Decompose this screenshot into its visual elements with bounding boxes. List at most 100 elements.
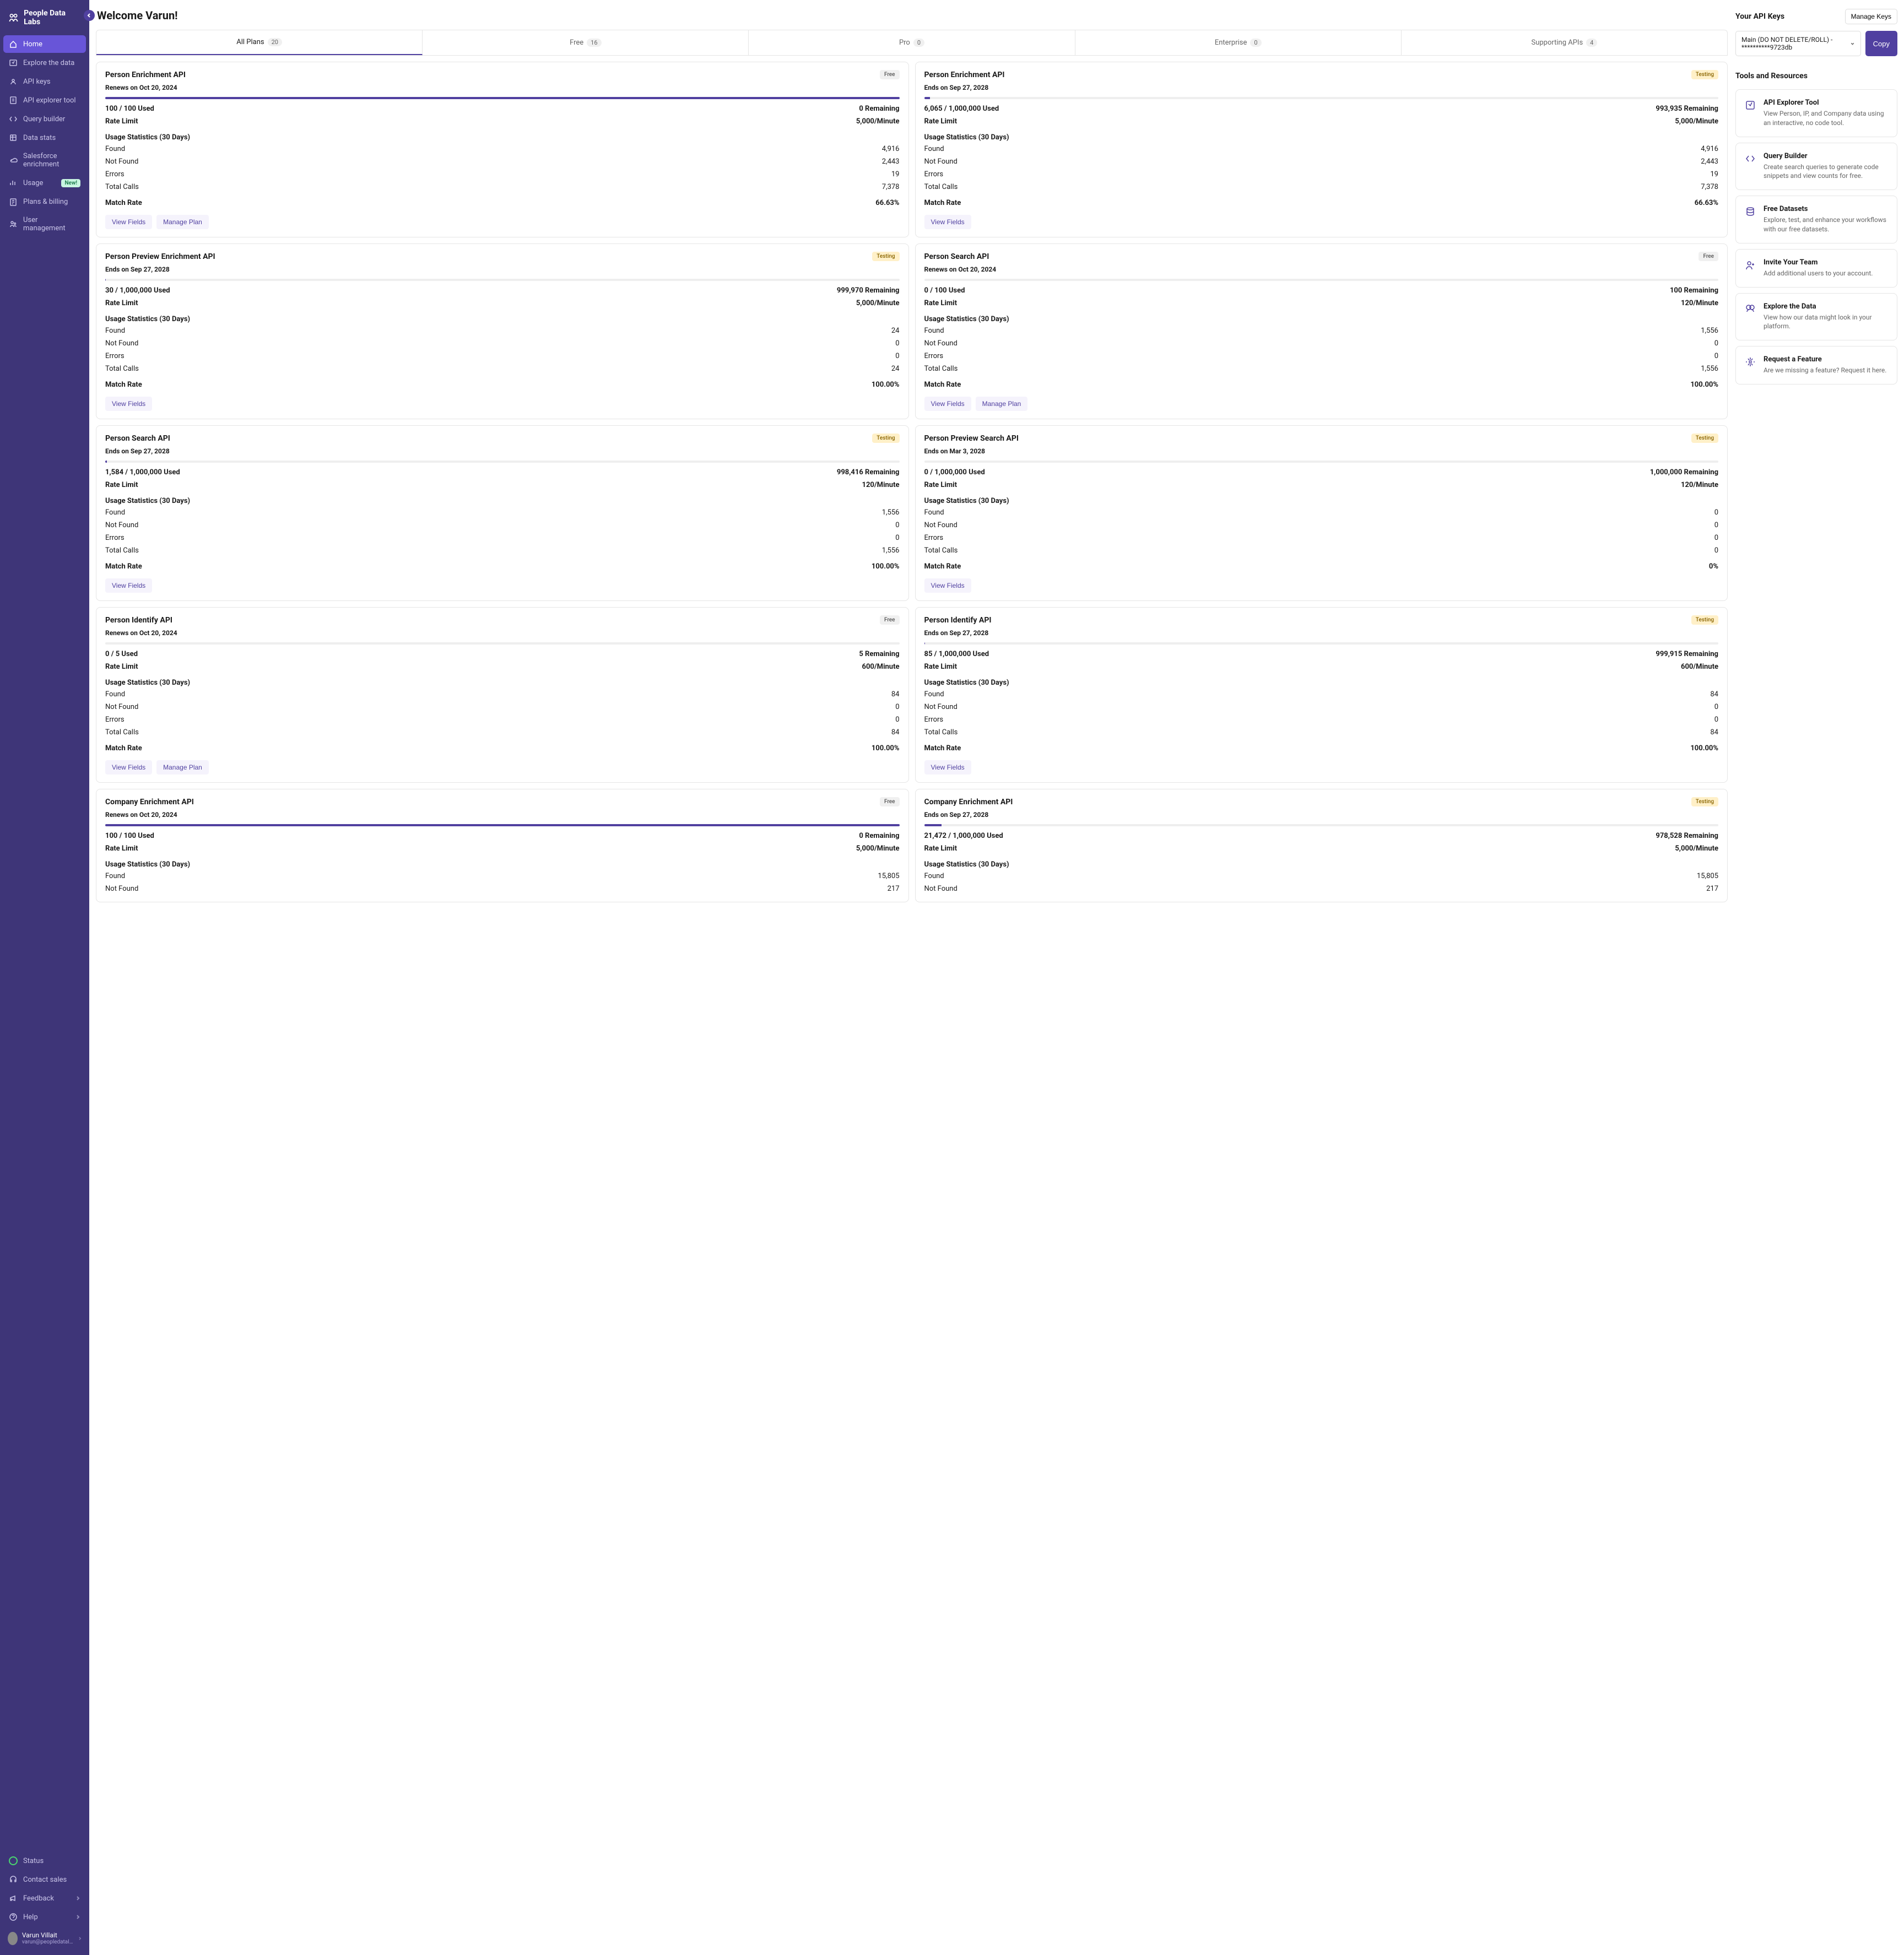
sidebar-item-data-stats[interactable]: Data stats — [3, 129, 86, 147]
resource-icon — [1745, 304, 1756, 315]
found-value: 84 — [1710, 690, 1718, 698]
resource-api-explorer-tool[interactable]: API Explorer ToolView Person, IP, and Co… — [1735, 89, 1897, 137]
sidebar-item-plans-&-billing[interactable]: Plans & billing — [3, 193, 86, 210]
tab-supporting-apis[interactable]: Supporting APIs4 — [1402, 30, 1727, 55]
sidebar-item-salesforce-enrichment[interactable]: Salesforce enrichment — [3, 148, 86, 173]
match-rate-label: Match Rate — [105, 199, 142, 207]
api-key-select[interactable]: Main (DO NOT DELETE/ROLL) - **********97… — [1735, 31, 1861, 56]
chevron-left-icon — [86, 13, 92, 18]
footer-item-contact-sales[interactable]: Contact sales — [3, 1871, 86, 1888]
match-rate-value: 100.00% — [872, 562, 900, 571]
tab-all-plans[interactable]: All Plans20 — [96, 30, 423, 55]
usage-progress — [924, 824, 1719, 826]
card-badge: Free — [880, 615, 900, 625]
resource-desc: Create search queries to generate code s… — [1764, 163, 1888, 181]
view-fields-button[interactable]: View Fields — [105, 578, 152, 593]
view-fields-button[interactable]: View Fields — [924, 215, 971, 229]
not-found-label: Not Found — [924, 885, 958, 893]
errors-value: 0 — [1714, 352, 1718, 360]
resource-title: Invite Your Team — [1764, 258, 1873, 267]
sidebar-item-user-management[interactable]: User management — [3, 212, 86, 237]
resource-request-a-feature[interactable]: Request a FeatureAre we missing a featur… — [1735, 346, 1897, 384]
card-renew-date: Ends on Sep 27, 2028 — [924, 811, 1719, 819]
api-card: Person Identify APITestingEnds on Sep 27… — [915, 607, 1728, 783]
manage-plan-button[interactable]: Manage Plan — [156, 760, 209, 775]
sidebar-item-api-explorer-tool[interactable]: API explorer tool — [3, 91, 86, 109]
errors-value: 19 — [891, 170, 900, 178]
api-keys-title: Your API Keys — [1735, 12, 1784, 21]
usage-remaining: 978,528 Remaining — [1656, 832, 1718, 840]
tab-label: Free — [570, 39, 583, 47]
nav-label: API explorer tool — [23, 96, 76, 105]
resource-free-datasets[interactable]: Free DatasetsExplore, test, and enhance … — [1735, 196, 1897, 243]
found-value: 4,916 — [882, 145, 900, 153]
manage-keys-button[interactable]: Manage Keys — [1845, 9, 1897, 24]
not-found-value: 2,443 — [1701, 158, 1718, 166]
found-label: Found — [924, 508, 944, 517]
view-fields-button[interactable]: View Fields — [924, 578, 971, 593]
card-title: Person Identify API — [924, 616, 992, 625]
nav-label: Explore the data — [23, 59, 74, 67]
found-value: 15,805 — [878, 872, 899, 880]
nav-badge: New! — [61, 179, 80, 187]
megaphone-icon — [9, 1894, 18, 1903]
tab-enterprise[interactable]: Enterprise0 — [1075, 30, 1402, 55]
footer-item-help[interactable]: Help — [3, 1908, 86, 1926]
footer-item-status[interactable]: Status — [3, 1852, 86, 1870]
not-found-label: Not Found — [924, 521, 958, 529]
found-label: Found — [105, 145, 125, 153]
total-calls-label: Total Calls — [105, 183, 139, 191]
usage-progress — [105, 279, 900, 281]
sidebar-item-api-keys[interactable]: API keys — [3, 73, 86, 90]
sidebar-item-home[interactable]: Home — [3, 35, 86, 53]
footer-item-feedback[interactable]: Feedback — [3, 1889, 86, 1907]
resource-explore-the-data[interactable]: Explore the DataView how our data might … — [1735, 293, 1897, 341]
view-fields-button[interactable]: View Fields — [105, 215, 152, 229]
manage-plan-button[interactable]: Manage Plan — [976, 397, 1028, 411]
view-fields-button[interactable]: View Fields — [924, 760, 971, 775]
manage-plan-button[interactable]: Manage Plan — [156, 215, 209, 229]
errors-label: Errors — [105, 716, 125, 724]
card-badge: Testing — [1691, 70, 1718, 79]
plan-tabs: All Plans20Free16Pro0Enterprise0Supporti… — [96, 30, 1728, 56]
sidebar-item-explore-the-data[interactable]: Explore the data — [3, 54, 86, 72]
not-found-label: Not Found — [105, 158, 138, 166]
usage-used: 0 / 5 Used — [105, 650, 138, 658]
not-found-value: 0 — [1714, 339, 1718, 348]
card-renew-date: Renews on Oct 20, 2024 — [105, 629, 900, 637]
card-renew-date: Renews on Oct 20, 2024 — [924, 266, 1719, 273]
found-value: 4,916 — [1701, 145, 1718, 153]
view-fields-button[interactable]: View Fields — [105, 760, 152, 775]
tab-count: 0 — [913, 39, 924, 47]
total-calls-label: Total Calls — [924, 183, 958, 191]
errors-value: 0 — [1714, 534, 1718, 542]
resource-desc: Are we missing a feature? Request it her… — [1764, 366, 1886, 375]
user-menu[interactable]: Varun Villait varun@peopledatalabs.com — [2, 1926, 87, 1951]
not-found-label: Not Found — [924, 703, 958, 711]
resource-query-builder[interactable]: Query BuilderCreate search queries to ge… — [1735, 143, 1897, 191]
found-label: Found — [924, 145, 944, 153]
usage-progress — [924, 642, 1719, 645]
tab-label: All Plans — [236, 38, 264, 46]
card-badge: Testing — [1691, 797, 1718, 806]
usage-stats-title: Usage Statistics (30 Days) — [924, 315, 1719, 323]
sidebar-item-usage[interactable]: UsageNew! — [3, 174, 86, 192]
card-badge: Testing — [872, 434, 899, 443]
logo[interactable]: People Data Labs — [2, 4, 87, 35]
tab-free[interactable]: Free16 — [423, 30, 749, 55]
view-fields-button[interactable]: View Fields — [105, 397, 152, 411]
usage-remaining: 100 Remaining — [1670, 286, 1718, 295]
view-fields-button[interactable]: View Fields — [924, 397, 971, 411]
sidebar-item-query-builder[interactable]: Query builder — [3, 110, 86, 128]
usage-stats-title: Usage Statistics (30 Days) — [105, 133, 900, 142]
rate-limit-label: Rate Limit — [924, 299, 958, 307]
copy-button[interactable]: Copy — [1865, 31, 1897, 56]
tab-pro[interactable]: Pro0 — [749, 30, 1075, 55]
match-rate-label: Match Rate — [924, 744, 961, 752]
sidebar-collapse-button[interactable] — [84, 10, 95, 21]
resource-invite-your-team[interactable]: Invite Your TeamAdd additional users to … — [1735, 249, 1897, 288]
nav-icon — [9, 96, 18, 105]
nav-label: Salesforce enrichment — [23, 152, 80, 169]
card-title: Person Identify API — [105, 616, 172, 625]
nav-icon — [9, 58, 18, 67]
